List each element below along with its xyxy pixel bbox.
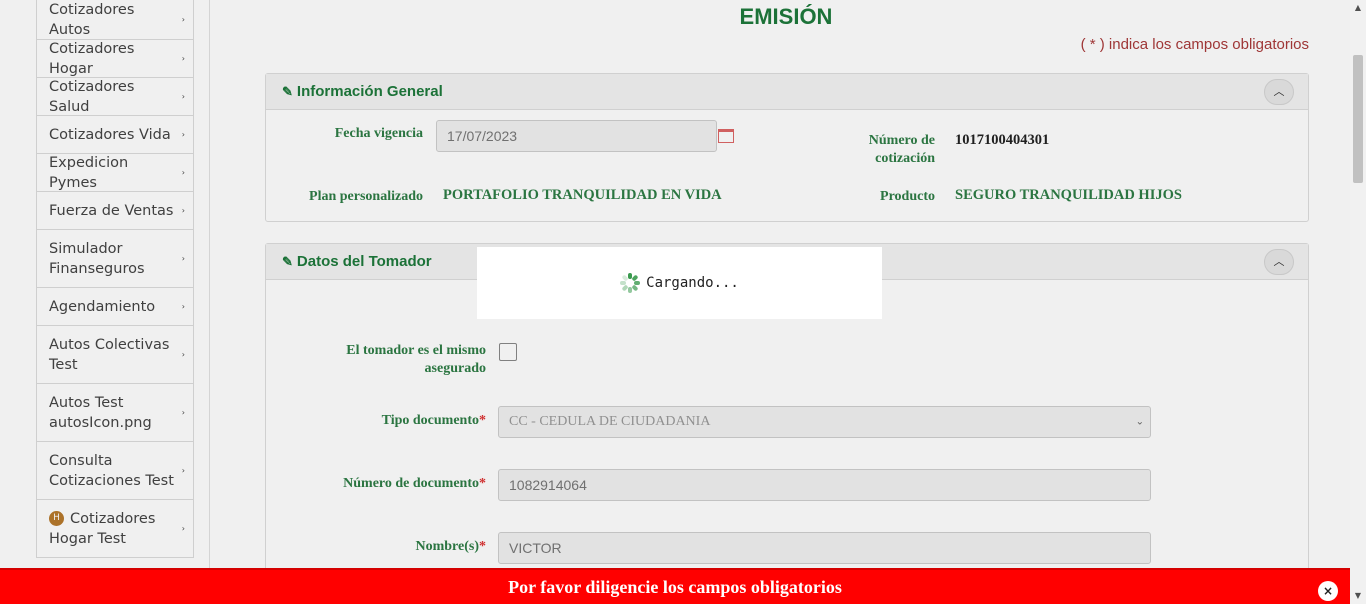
scroll-down-icon[interactable]: ▼ bbox=[1350, 588, 1366, 604]
page-scrollbar[interactable]: ▲ ▼ bbox=[1350, 0, 1366, 604]
close-icon[interactable]: × bbox=[1318, 581, 1338, 601]
loading-text: Cargando... bbox=[646, 275, 739, 291]
scroll-thumb[interactable] bbox=[1353, 55, 1363, 183]
alert-text: Por favor diligencie los campos obligato… bbox=[508, 576, 842, 597]
loading-dialog: Cargando... bbox=[477, 247, 882, 319]
scroll-up-icon[interactable]: ▲ bbox=[1350, 0, 1366, 16]
required-fields-alert: Por favor diligencie los campos obligato… bbox=[0, 568, 1350, 604]
spinner-icon bbox=[620, 273, 641, 293]
